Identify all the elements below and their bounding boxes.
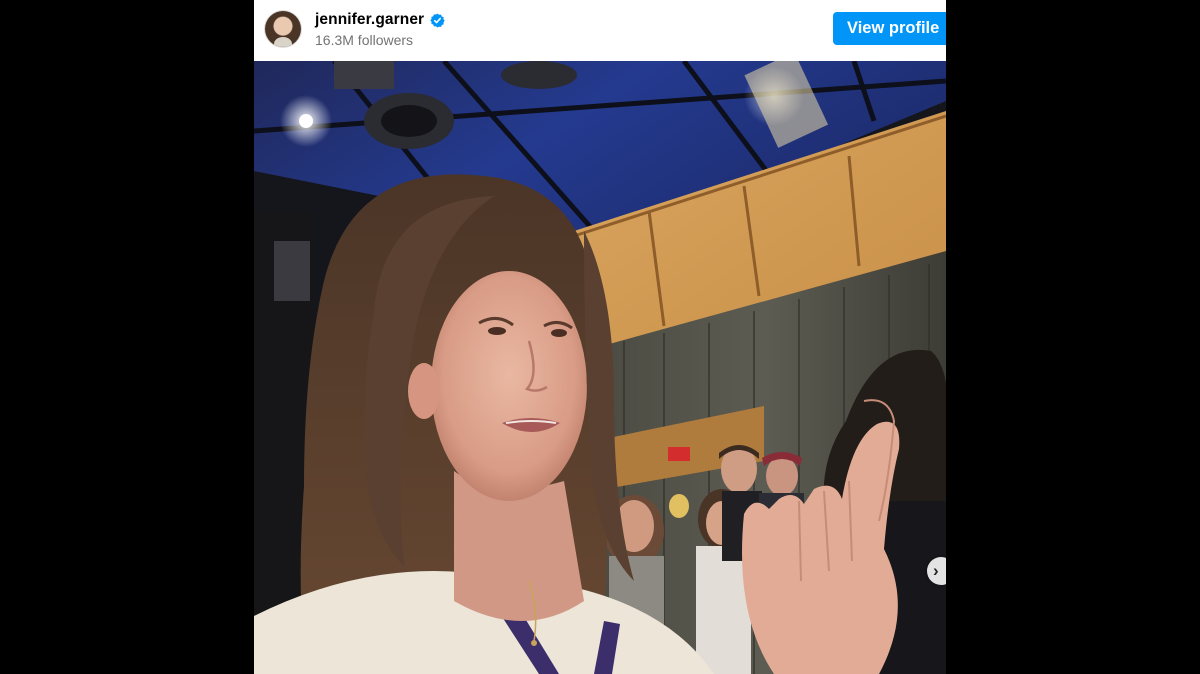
avatar[interactable] xyxy=(265,11,301,47)
post-photo-image xyxy=(254,61,946,674)
post-header: jennifer.garner 16.3M followers View pro… xyxy=(254,0,946,61)
chevron-right-icon: › xyxy=(933,561,939,580)
page-background: jennifer.garner 16.3M followers View pro… xyxy=(0,0,1200,674)
user-block: jennifer.garner 16.3M followers xyxy=(315,10,445,48)
instagram-embed: jennifer.garner 16.3M followers View pro… xyxy=(254,0,946,674)
followers-count: 16.3M followers xyxy=(315,32,414,48)
username-link[interactable]: jennifer.garner xyxy=(315,11,424,29)
view-profile-button[interactable]: View profile xyxy=(833,12,946,45)
post-photo[interactable]: › xyxy=(254,61,946,674)
username-row: jennifer.garner xyxy=(315,10,445,30)
verified-badge-icon xyxy=(430,13,445,27)
